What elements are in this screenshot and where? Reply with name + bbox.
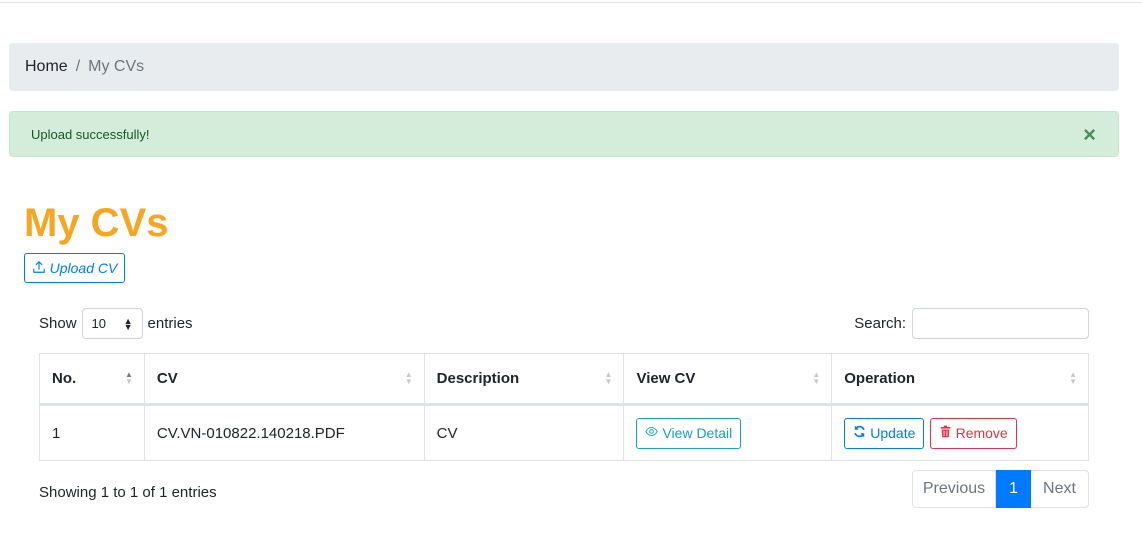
cv-table: No. ▲ ▼ CV ▲ ▼ Description ▲ ▼ View CV ▲ ▼ O… — [39, 353, 1089, 461]
cell-cv-filename: CV.VN-010822.140218.PDF — [143, 404, 425, 461]
search-input[interactable] — [912, 308, 1089, 339]
trash-icon — [939, 425, 952, 441]
upload-cv-button[interactable]: Upload CV — [24, 253, 125, 283]
entries-label: entries — [147, 315, 193, 332]
table-info: Showing 1 to 1 of 1 entries — [39, 484, 217, 501]
table-row: 1 CV.VN-010822.140218.PDF CV View Detail — [39, 404, 1089, 461]
upload-cv-label: Upload CV — [49, 260, 118, 276]
breadcrumb-separator: / — [75, 58, 81, 75]
remove-label: Remove — [955, 425, 1008, 441]
view-detail-label: View Detail — [662, 425, 733, 441]
cell-description: CV — [423, 404, 625, 461]
page-1-button[interactable]: 1 — [996, 470, 1031, 508]
breadcrumb-current: My CVs — [88, 58, 145, 75]
update-label: Update — [870, 425, 916, 441]
cell-view: View Detail — [623, 404, 833, 461]
show-label: Show — [39, 315, 77, 332]
search-control: Search: — [854, 308, 1089, 339]
column-header-operation[interactable]: Operation ▲ ▼ — [831, 353, 1089, 406]
cell-no: 1 — [39, 404, 145, 461]
upload-icon — [32, 260, 46, 277]
search-label: Search: — [854, 315, 906, 332]
sort-icon: ▲ ▼ — [1069, 370, 1077, 386]
length-control: Show 10 ▲ ▼ entries — [39, 308, 193, 339]
alert-message: Upload successfully! — [31, 126, 150, 142]
next-page-button[interactable]: Next — [1031, 470, 1089, 508]
page-title: My CVs — [24, 201, 169, 245]
column-header-no[interactable]: No. ▲ ▼ — [39, 353, 145, 406]
remove-button[interactable]: Remove — [929, 417, 1017, 449]
sort-icon: ▲ ▼ — [604, 370, 613, 386]
pagination: Previous 1 Next — [912, 470, 1089, 508]
page-length-select[interactable]: 10 ▲ ▼ — [81, 308, 143, 339]
previous-page-button[interactable]: Previous — [912, 470, 996, 508]
sort-icon: ▲ ▼ — [404, 370, 413, 386]
top-divider — [0, 0, 1142, 3]
success-alert: Upload successfully! × — [9, 111, 1119, 157]
breadcrumb: Home / My CVs — [9, 43, 1119, 91]
close-icon[interactable]: × — [1083, 124, 1096, 146]
sort-icon: ▲ ▼ — [124, 370, 133, 386]
cell-operation: Update Remove — [831, 404, 1089, 461]
eye-icon — [645, 425, 659, 441]
table-header-row: No. ▲ ▼ CV ▲ ▼ Description ▲ ▼ View CV ▲ ▼ O… — [39, 353, 1089, 406]
page-length-value: 10 — [91, 316, 106, 331]
column-header-description[interactable]: Description ▲ ▼ — [423, 353, 625, 406]
column-header-cv[interactable]: CV ▲ ▼ — [143, 353, 425, 406]
column-header-view-cv[interactable]: View CV ▲ ▼ — [623, 353, 833, 406]
sort-icon: ▲ ▼ — [812, 370, 821, 386]
refresh-icon — [853, 425, 866, 441]
update-button[interactable]: Update — [844, 417, 925, 449]
view-detail-button[interactable]: View Detail — [636, 417, 742, 449]
select-arrows-icon: ▲ ▼ — [123, 315, 133, 332]
breadcrumb-home-link[interactable]: Home — [25, 58, 68, 76]
